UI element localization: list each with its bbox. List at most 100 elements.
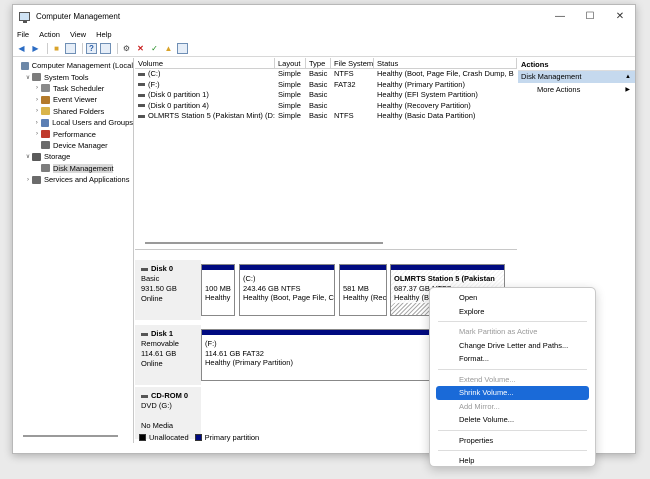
export-icon[interactable]: ▲ [163,43,174,54]
tree-node-icon [41,141,50,150]
menu-file[interactable]: File [17,30,29,39]
console-tree-icon[interactable] [65,43,76,54]
partition-text: Healthy [205,293,231,302]
volume-row[interactable]: (F:) Simple Basic FAT32 Healthy (Primary Par… [135,80,517,91]
menu-view[interactable]: View [70,30,86,39]
volume-row[interactable]: (Disk 0 partition 4) Simple Basic Healthy (… [135,101,517,112]
tree-item-device-manager[interactable]: Device Manager [13,140,133,151]
tree-item-storage[interactable]: ∨ Storage [13,151,133,162]
menu-action[interactable]: Action [39,30,60,39]
context-menu: Open Explore Mark Partition as Active Chang… [429,287,596,467]
expand-chevron-icon[interactable]: ∨ [24,74,32,81]
volume-cell-text: OLMRTS Station 5 (Pakistan Mint) (D:) [148,111,275,121]
tree-scrollbar[interactable] [23,435,118,437]
toolbar-separator [117,43,118,54]
context-menu-help[interactable]: Help [436,454,589,468]
drive-icon [138,72,145,76]
menu-help[interactable]: Help [96,30,111,39]
context-menu-mark-partition-as-active: Mark Partition as Active [459,327,538,336]
disk-label[interactable]: Disk 0 Basic 931.50 GB Online [135,260,201,320]
context-menu-format[interactable]: Format... [436,352,589,366]
folder-icon[interactable]: ■ [51,43,62,54]
disk-info-line [141,411,201,421]
context-menu-properties[interactable]: Properties [436,434,589,448]
tree-item-shared-folders[interactable]: › Shared Folders [13,106,133,117]
more-actions-item[interactable]: More Actions ▶ [518,83,635,97]
forward-arrow-icon[interactable]: ▶ [30,43,41,54]
actions-header: Actions [518,58,635,71]
expand-chevron-icon[interactable]: › [33,120,41,126]
volume-cell: OLMRTS Station 5 (Pakistan Mint) (D:) [135,111,275,122]
tree-item-disk-management[interactable]: Disk Management [13,163,133,174]
partition-block[interactable]: 581 MB Healthy (Rec [339,264,387,316]
context-menu-delete-volume[interactable]: Delete Volume... [436,413,589,427]
column-header-file-system[interactable]: File System [331,58,374,68]
volume-cell: Simple [275,101,306,112]
help-icon[interactable]: ? [86,43,97,54]
disk-info-line: Removable [141,339,179,348]
context-menu-change-drive-letter-and-paths[interactable]: Change Drive Letter and Paths... [436,339,589,353]
minimize-button[interactable]: — [545,5,575,27]
disk-label[interactable]: Disk 1 Removable 114.61 GB Online [135,325,201,385]
tree-item-services-and-applications[interactable]: › Services and Applications [13,174,133,185]
tree-item-performance[interactable]: › Performance [13,128,133,139]
column-header-type[interactable]: Type [306,58,331,68]
volume-cell-text: (F:) [148,79,160,89]
tree-item-event-viewer[interactable]: › Event Viewer [13,94,133,105]
properties-icon[interactable] [100,43,111,54]
expand-chevron-icon[interactable]: › [33,131,41,137]
partition-block[interactable]: 100 MB Healthy [201,264,235,316]
context-menu-explore[interactable]: Explore [436,305,589,319]
settings-icon[interactable]: ⚙ [121,43,132,54]
disk-name: Disk 0 [141,264,201,274]
legend-swatch [139,434,146,441]
back-arrow-icon[interactable]: ◀ [16,43,27,54]
expand-chevron-icon[interactable]: ∨ [24,153,32,160]
delete-icon[interactable]: ✕ [135,43,146,54]
column-header-volume[interactable]: Volume [135,58,275,68]
tree-item-system-tools[interactable]: ∨ System Tools [13,71,133,82]
disk-info-line: Online [141,294,163,303]
volume-cell: Basic [306,90,331,101]
tree-item-task-scheduler[interactable]: › Task Scheduler [13,83,133,94]
disk-name-text: CD-ROM 0 [151,391,189,400]
tree-item-label: Shared Folders [53,106,105,116]
tree-node-icon [41,95,50,104]
expand-chevron-icon[interactable]: › [33,85,41,91]
volume-row[interactable]: (C:) Simple Basic NTFS Healthy (Boot, Page F… [135,69,517,80]
disk-info-line: 931.50 GB [141,284,177,293]
legend-swatch [194,434,202,441]
volume-cell: Simple [275,80,306,91]
column-header-layout[interactable]: Layout [275,58,306,68]
context-menu-separator [438,321,587,322]
close-button[interactable]: ✕ [605,5,635,27]
partition-text [343,274,383,284]
tree-item-computer-management-local[interactable]: Computer Management (Local [13,60,133,71]
check-icon[interactable]: ✓ [149,43,160,54]
volume-row[interactable]: (Disk 0 partition 1) Simple Basic Healthy (… [135,90,517,101]
pane-icon[interactable] [177,43,188,54]
volume-cell: Basic [306,101,331,112]
expand-chevron-icon[interactable]: › [33,97,41,103]
volume-list-scrollbar[interactable] [145,242,383,244]
maximize-button[interactable]: ☐ [575,5,605,27]
disk-name-text: Disk 1 [151,329,174,338]
expand-chevron-icon[interactable]: › [24,177,32,183]
tree-item-label: Computer Management (Local [31,61,133,71]
volume-cell [331,90,374,101]
tree-item-label: Event Viewer [53,95,98,105]
expand-chevron-icon[interactable]: › [33,108,41,114]
tree-item-local-users-and-groups[interactable]: › Local Users and Groups [13,117,133,128]
column-header-status[interactable]: Status [374,58,517,68]
volume-cell-text: Basic [309,79,328,89]
tree-node-icon [32,73,41,82]
actions-section-disk-management[interactable]: Disk Management ▲ [518,71,635,83]
partition-block[interactable]: (C:) 243.46 GB NTFS Healthy (Boot, Page Fi… [239,264,335,316]
volume-list-header: Volume Layout Type File System Status [135,58,517,69]
collapse-up-icon[interactable]: ▲ [625,71,635,83]
context-menu-shrink-volume[interactable]: Shrink Volume... [436,386,589,400]
context-menu-open[interactable]: Open [436,291,589,305]
partition-text: Healthy (Boot, Page File, C [243,293,334,302]
tree-node-icon [41,84,50,93]
volume-row[interactable]: OLMRTS Station 5 (Pakistan Mint) (D:) Sim… [135,111,517,122]
